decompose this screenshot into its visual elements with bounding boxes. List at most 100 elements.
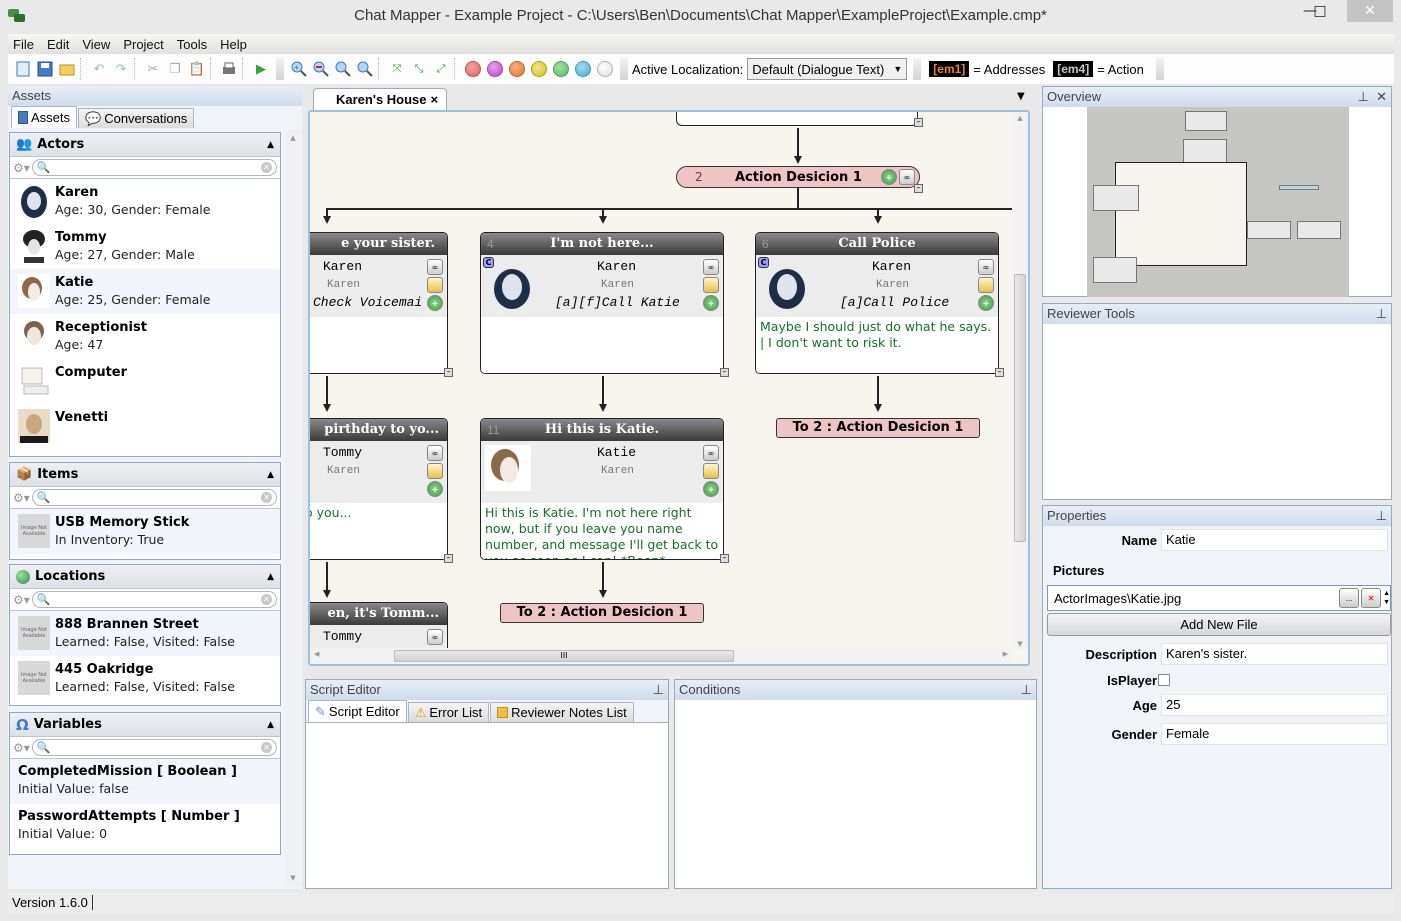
link-icon[interactable]: ∞ (978, 259, 994, 275)
collapse-node-button[interactable]: – (995, 368, 1004, 377)
locations-search-input[interactable]: 🔍 ✕ (31, 591, 277, 608)
color-yellow-button[interactable] (531, 61, 547, 77)
description-field[interactable]: Karen's sister. (1161, 643, 1388, 665)
add-folder-icon[interactable] (427, 463, 443, 479)
arrange-icon[interactable]: ⤢ (431, 59, 451, 79)
add-child-icon[interactable]: + (703, 295, 719, 311)
clear-search-icon[interactable]: ✕ (261, 742, 272, 753)
age-field[interactable]: 25 (1161, 694, 1388, 716)
add-child-icon[interactable]: + (978, 295, 994, 311)
items-header[interactable]: 📦 Items ▲ (10, 463, 280, 487)
actors-search-input[interactable]: 🔍 ✕ (31, 159, 277, 176)
reorder-icon[interactable]: ▲ ▼ (1383, 589, 1390, 607)
collapse-node-button[interactable]: – (720, 368, 729, 377)
clear-search-icon[interactable]: ✕ (261, 594, 272, 605)
collapse-caret-icon[interactable]: ▲ (267, 572, 274, 582)
scroll-left-icon[interactable]: ◀ (314, 650, 319, 658)
link-icon[interactable]: ∞ (703, 445, 719, 461)
color-orange-button[interactable] (509, 61, 525, 77)
add-child-icon[interactable]: + (427, 481, 443, 497)
variables-search-input[interactable]: 🔍 ✕ (31, 739, 277, 756)
decision-node[interactable]: 2 Action Desicion 1 + ∞ (676, 166, 920, 188)
item-usb-memory-stick[interactable]: Image Not Available USB Memory Stick In I… (10, 509, 280, 554)
collapse-node-button[interactable]: – (444, 554, 453, 563)
picture-path-field[interactable]: ActorImages\Katie.jpg (1054, 591, 1339, 606)
menu-project[interactable]: Project (118, 37, 171, 52)
add-child-icon[interactable]: + (881, 169, 897, 185)
location-item[interactable]: Image Not Available 888 Brannen Street Le… (10, 611, 280, 656)
pin-icon[interactable]: ⊥ (1358, 89, 1369, 104)
actor-item-karen[interactable]: Karen Age: 30, Gender: Female (10, 179, 280, 224)
link-icon[interactable]: ∞ (427, 259, 443, 275)
isplayer-checkbox[interactable] (1158, 674, 1170, 686)
tab-karens-house[interactable]: Karen's House × (313, 88, 448, 110)
color-green-button[interactable] (553, 61, 569, 77)
dialogue-node[interactable]: e your sister. Karen Karen Check Voicema… (310, 232, 448, 374)
collapse-node-button[interactable]: – (720, 554, 729, 563)
locations-header[interactable]: Locations ▲ (10, 565, 280, 589)
gear-icon[interactable]: ⚙▾ (13, 491, 30, 505)
cut-icon[interactable]: ✂ (143, 59, 163, 79)
scroll-up-icon[interactable]: ▲ (285, 134, 301, 142)
scroll-down-icon[interactable]: ▼ (285, 874, 301, 882)
copy-icon[interactable]: ❐ (165, 59, 185, 79)
collapse-all-icon[interactable]: ⤡ (409, 59, 429, 79)
print-icon[interactable] (219, 59, 239, 79)
paste-icon[interactable]: 📋 (187, 59, 207, 79)
gear-icon[interactable]: ⚙▾ (13, 161, 30, 175)
add-child-icon[interactable]: + (427, 295, 443, 311)
link-icon[interactable]: ∞ (427, 445, 443, 461)
parent-node[interactable] (676, 112, 918, 126)
link-icon[interactable]: ∞ (899, 169, 915, 185)
gender-field[interactable]: Female (1161, 723, 1388, 745)
link-icon[interactable]: ∞ (427, 629, 443, 645)
actor-item-receptionist[interactable]: Receptionist Age: 47 (10, 314, 280, 359)
tab-reviewer-notes-list[interactable]: Reviewer Notes List (490, 702, 634, 722)
assets-scrollbar[interactable]: ▲ ▼ (285, 130, 301, 886)
close-window-button[interactable]: ✕ (1347, 0, 1393, 22)
play-icon[interactable]: ▶ (251, 59, 271, 79)
zoom-out-icon[interactable] (311, 59, 331, 79)
graph-canvas[interactable]: – 2 Action Desicion 1 + ∞ – e your siste… (308, 110, 1030, 666)
variables-header[interactable]: Ω Variables ▲ (10, 713, 280, 737)
variable-item[interactable]: PasswordAttempts [ Number ] Initial Valu… (10, 804, 280, 849)
zoom-in-icon[interactable]: + (289, 59, 309, 79)
menu-edit[interactable]: Edit (42, 37, 77, 52)
add-folder-icon[interactable] (427, 277, 443, 293)
collapse-node-button[interactable]: – (444, 368, 453, 377)
zoom-fit-icon[interactable] (355, 59, 375, 79)
remove-picture-icon[interactable]: ✕ (1361, 588, 1382, 608)
actors-header[interactable]: 👥 Actors ▲ (10, 133, 280, 157)
actor-item-computer[interactable]: Computer (10, 359, 280, 404)
link-node[interactable]: To 2 : Action Desicion 1 (776, 418, 980, 438)
gear-icon[interactable]: ⚙▾ (13, 593, 30, 607)
pin-icon[interactable]: ⊥ (1376, 508, 1387, 524)
close-tab-icon[interactable]: × (431, 92, 439, 107)
clear-search-icon[interactable]: ✕ (261, 492, 272, 503)
collapse-caret-icon[interactable]: ▲ (267, 140, 274, 150)
browse-button[interactable]: ... (1339, 588, 1360, 608)
expand-all-icon[interactable]: ⤧ (387, 59, 407, 79)
dialogue-node[interactable]: 6 Call Police C Karen Karen [a]Call Polic… (755, 232, 999, 374)
close-panel-icon[interactable]: ✕ (1376, 89, 1387, 104)
scroll-right-icon[interactable]: ▶ (1003, 650, 1008, 658)
variable-item[interactable]: CompletedMission [ Boolean ] Initial Val… (10, 759, 280, 804)
gear-icon[interactable]: ⚙▾ (13, 741, 30, 755)
dialogue-node[interactable]: pirthday to yo... Tommy Karen ∞ + o you..… (310, 418, 448, 560)
toolbar-grip[interactable] (1155, 58, 1164, 80)
graph-horizontal-scrollbar[interactable]: ◀ III ▶ (310, 648, 1012, 664)
tab-script-editor[interactable]: ✎ Script Editor (308, 700, 407, 722)
menu-help[interactable]: Help (215, 37, 255, 52)
redo-icon[interactable]: ↷ (111, 59, 131, 79)
scroll-up-icon[interactable]: ▲ (1012, 114, 1028, 122)
collapse-node-button[interactable]: – (914, 118, 923, 127)
actor-item-tommy[interactable]: Tommy Age: 27, Gender: Male (10, 224, 280, 269)
add-new-file-button[interactable]: Add New File (1047, 613, 1391, 636)
undo-icon[interactable]: ↶ (89, 59, 109, 79)
toolbar-grip[interactable] (620, 58, 628, 80)
pin-icon[interactable]: ⊥ (1376, 306, 1387, 322)
color-red-button[interactable] (465, 61, 481, 77)
actor-item-katie[interactable]: Katie Age: 25, Gender: Female (10, 269, 280, 314)
zoom-actual-icon[interactable] (333, 59, 353, 79)
collapse-caret-icon[interactable]: ▲ (267, 720, 274, 730)
